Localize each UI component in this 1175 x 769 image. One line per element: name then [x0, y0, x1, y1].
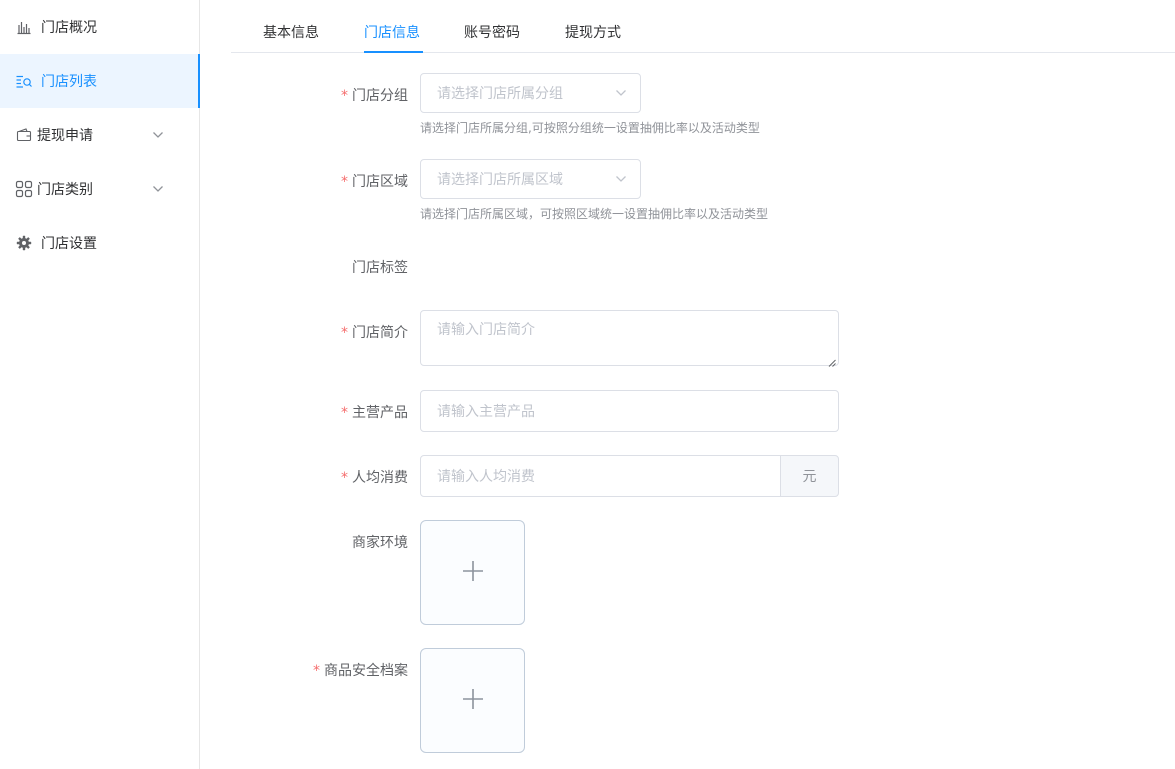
- store-group-label: * 门店分组: [341, 88, 408, 104]
- chevron-down-icon: [614, 86, 628, 100]
- store-tags-label: 门店标签: [352, 260, 408, 276]
- store-group-help: 请选择门店所属分组,可按照分组统一设置抽佣比率以及活动类型: [420, 121, 760, 135]
- grid-icon: [15, 180, 33, 198]
- input-placeholder: 请输入人均消费: [437, 469, 535, 485]
- sidebar-item-withdrawal-request[interactable]: 提现申请: [0, 108, 199, 162]
- chevron-down-icon[interactable]: [151, 182, 165, 196]
- tab-account-password[interactable]: 账号密码: [464, 22, 520, 42]
- required-mark: *: [341, 174, 348, 190]
- store-group-select[interactable]: 请选择门店所属分组: [420, 73, 641, 113]
- environment-upload-button[interactable]: [420, 520, 525, 625]
- tab-store-info[interactable]: 门店信息: [364, 22, 420, 42]
- chevron-down-icon[interactable]: [151, 128, 165, 142]
- plus-icon: [461, 559, 485, 587]
- select-placeholder: 请选择门店所属分组: [437, 86, 563, 102]
- wallet-icon: [15, 126, 33, 144]
- store-intro-label: * 门店简介: [341, 325, 408, 341]
- sidebar-item-label: 门店设置: [41, 236, 97, 252]
- store-region-select[interactable]: 请选择门店所属区域: [420, 159, 641, 199]
- sidebar-item-store-category[interactable]: 门店类别: [0, 162, 199, 216]
- store-intro-textarea[interactable]: 请输入门店简介: [420, 310, 839, 367]
- store-region-label: * 门店区域: [341, 174, 408, 190]
- main-products-input[interactable]: 请输入主营产品: [420, 390, 839, 432]
- sidebar-item-label: 门店列表: [41, 74, 97, 90]
- sidebar-item-label: 提现申请: [37, 128, 93, 144]
- resize-handle-icon[interactable]: [828, 355, 836, 367]
- plus-icon: [461, 687, 485, 715]
- required-mark: *: [341, 470, 348, 486]
- sidebar-item-store-overview[interactable]: 门店概况: [0, 0, 199, 54]
- main-products-label: * 主营产品: [341, 405, 408, 421]
- sidebar: 门店概况 门店列表 提现申请 门店类别 门店设置: [0, 0, 200, 769]
- safety-file-upload-button[interactable]: [420, 648, 525, 753]
- required-mark: *: [341, 405, 348, 421]
- tab-withdrawal-method[interactable]: 提现方式: [565, 22, 621, 42]
- gear-icon: [15, 234, 33, 252]
- sidebar-item-label: 门店概况: [41, 20, 97, 36]
- list-search-icon: [15, 72, 33, 90]
- avg-spend-input[interactable]: 请输入人均消费: [420, 455, 781, 497]
- safety-file-label: * 商品安全档案: [313, 663, 408, 679]
- tab-basic-info[interactable]: 基本信息: [263, 22, 319, 42]
- sidebar-item-store-list[interactable]: 门店列表: [0, 54, 200, 108]
- sidebar-item-store-settings[interactable]: 门店设置: [0, 216, 199, 270]
- input-placeholder: 请输入主营产品: [437, 404, 535, 420]
- chevron-down-icon: [614, 172, 628, 186]
- avg-spend-label: * 人均消费: [341, 470, 408, 486]
- required-mark: *: [341, 88, 348, 104]
- required-mark: *: [313, 663, 320, 679]
- tab-bar: 基本信息 门店信息 账号密码 提现方式: [231, 0, 1175, 53]
- currency-unit-append: 元: [780, 455, 839, 497]
- bar-chart-icon: [15, 18, 33, 36]
- store-region-help: 请选择门店所属区域，可按照区域统一设置抽佣比率以及活动类型: [420, 207, 769, 221]
- required-mark: *: [341, 325, 348, 341]
- select-placeholder: 请选择门店所属区域: [437, 172, 563, 188]
- sidebar-item-label: 门店类别: [37, 182, 93, 198]
- environment-label: 商家环境: [352, 535, 408, 551]
- active-tab-indicator: [364, 51, 423, 53]
- textarea-placeholder: 请输入门店简介: [437, 322, 535, 338]
